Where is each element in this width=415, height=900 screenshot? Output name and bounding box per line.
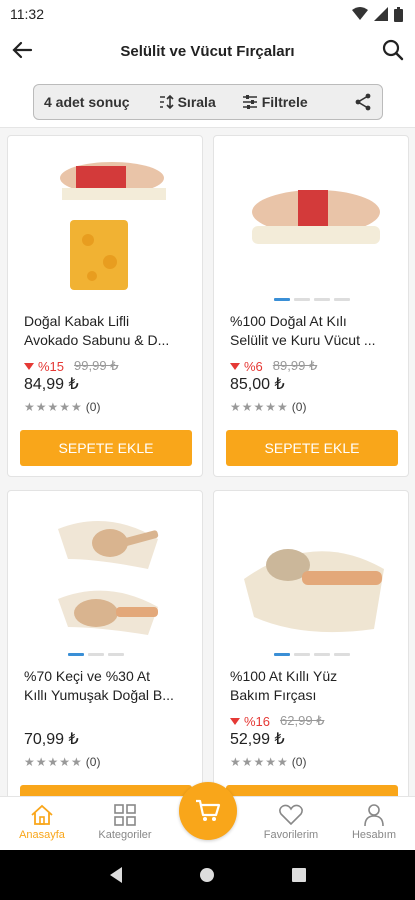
product-price: 52,99 ₺ <box>230 731 285 748</box>
product-image <box>58 521 159 635</box>
wifi-icon <box>352 7 368 20</box>
product-price: 70,99 ₺ <box>24 731 79 748</box>
discount-percent: %15 <box>38 358 65 374</box>
rating: ★★★★★ (0) <box>230 400 306 414</box>
product-grid: Doğal Kabak Lifli Avokado Sabunu & D... … <box>0 128 415 796</box>
old-price: 99,99 ₺ <box>74 358 119 373</box>
review-count: (0) <box>291 400 307 414</box>
result-count: 4 adet sonuç <box>44 94 130 110</box>
product-card[interactable]: %100 Doğal At Kılı Selülit ve Kuru Vücut… <box>213 135 409 477</box>
discount-row: %15 99,99 ₺ <box>24 358 118 374</box>
down-triangle-icon <box>230 717 240 725</box>
status-bar: 11:32 <box>0 0 415 28</box>
sort-button[interactable]: Sırala <box>158 94 216 110</box>
nav-home[interactable]: Anasayfa <box>2 801 82 841</box>
discount-row: %6 89,99 ₺ <box>230 358 317 374</box>
recents-square-icon[interactable] <box>291 867 307 883</box>
review-count: (0) <box>291 755 307 769</box>
product-card[interactable]: Doğal Kabak Lifli Avokado Sabunu & D... … <box>7 135 203 477</box>
old-price: 62,99 ₺ <box>280 713 325 728</box>
back-triangle-icon[interactable] <box>108 866 124 884</box>
product-card[interactable]: %70 Keçi ve %30 At Kıllı Yumuşak Doğal B… <box>7 490 203 796</box>
signal-icon <box>374 7 388 21</box>
sort-label: Sırala <box>177 94 216 110</box>
back-button[interactable] <box>8 36 36 64</box>
product-name: %100 Doğal At Kılı Selülit ve Kuru Vücut… <box>230 313 376 348</box>
search-button[interactable] <box>379 36 407 64</box>
review-count: (0) <box>85 400 101 414</box>
nav-account[interactable]: Hesabım <box>334 801 414 841</box>
battery-icon <box>394 6 403 22</box>
product-price: 85,00 ₺ <box>230 376 285 393</box>
add-to-cart-button[interactable]: SEPETE EKLE <box>20 785 192 796</box>
image-carousel-dots <box>274 298 350 301</box>
sort-icon <box>159 94 174 110</box>
image-carousel-dots <box>68 653 124 656</box>
share-button[interactable] <box>354 93 372 111</box>
nav-home-label: Anasayfa <box>19 829 65 841</box>
star-rating-icon: ★★★★★ <box>230 400 289 414</box>
product-name: %100 At Kıllı Yüz Bakım Fırçası <box>230 668 338 703</box>
discount-percent: %16 <box>244 713 271 729</box>
home-icon <box>31 804 53 825</box>
filter-icon <box>242 95 257 109</box>
cart-icon <box>196 799 221 821</box>
page-title: Selülit ve Vücut Fırçaları <box>120 42 295 60</box>
star-rating-icon: ★★★★★ <box>24 400 83 414</box>
grid-icon <box>114 804 136 826</box>
home-circle-icon[interactable] <box>199 867 215 883</box>
down-triangle-icon <box>24 362 34 370</box>
cart-button[interactable] <box>179 782 237 840</box>
image-carousel-dots <box>274 653 350 656</box>
rating: ★★★★★ (0) <box>24 400 100 414</box>
add-to-cart-button[interactable]: SEPETE EKLE <box>20 430 192 466</box>
rating: ★★★★★ (0) <box>24 755 100 769</box>
heart-icon <box>279 804 303 826</box>
rating: ★★★★★ (0) <box>230 755 306 769</box>
discount-row: %16 62,99 ₺ <box>230 713 324 729</box>
app-bar: Selülit ve Vücut Fırçaları <box>0 28 415 74</box>
add-to-cart-button[interactable]: SEPETE EKLE <box>226 785 398 796</box>
arrow-left-icon <box>12 41 33 59</box>
star-rating-icon: ★★★★★ <box>24 755 83 769</box>
nav-favorites[interactable]: Favorilerim <box>251 801 331 841</box>
star-rating-icon: ★★★★★ <box>230 755 289 769</box>
add-to-cart-button[interactable]: SEPETE EKLE <box>226 430 398 466</box>
status-time: 11:32 <box>10 6 44 22</box>
old-price: 89,99 ₺ <box>272 358 318 373</box>
product-name: Doğal Kabak Lifli Avokado Sabunu & D... <box>24 313 170 348</box>
search-icon <box>382 39 404 61</box>
system-nav-bar <box>0 850 415 900</box>
review-count: (0) <box>85 755 101 769</box>
down-triangle-icon <box>230 362 240 370</box>
discount-percent: %6 <box>244 358 263 374</box>
product-image <box>252 190 380 244</box>
nav-categories-label: Kategoriler <box>98 829 152 841</box>
nav-favorites-label: Favorilerim <box>263 829 319 841</box>
nav-account-label: Hesabım <box>351 829 397 841</box>
product-price: 84,99 ₺ <box>24 376 79 393</box>
share-icon <box>355 93 371 111</box>
user-icon <box>364 804 384 827</box>
product-image <box>244 549 384 633</box>
nav-categories[interactable]: Kategoriler <box>85 801 165 841</box>
product-card[interactable]: %100 At Kıllı Yüz Bakım Fırçası %16 62,9… <box>213 490 409 796</box>
product-name: %70 Keçi ve %30 At Kıllı Yumuşak Doğal B… <box>24 668 174 703</box>
filter-label: Filtrele <box>261 94 308 110</box>
filter-button[interactable]: Filtrele <box>242 94 308 110</box>
result-toolbar: 4 adet sonuç Sırala Filtrele <box>33 84 383 120</box>
product-image <box>60 162 166 290</box>
